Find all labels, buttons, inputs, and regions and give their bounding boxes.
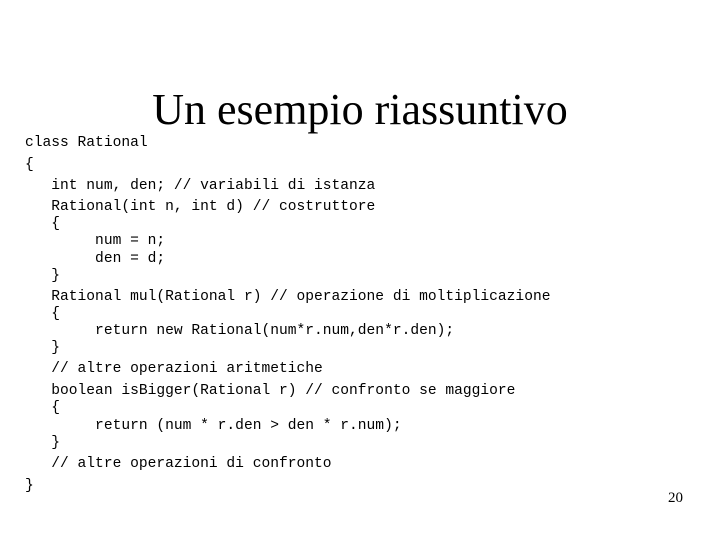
code-line: { [25, 400, 61, 416]
page-number: 20 [668, 490, 683, 506]
code-line: } [25, 435, 61, 451]
code-line: { [25, 157, 34, 173]
code-line: { [25, 216, 61, 232]
code-line: boolean isBigger(Rational r) // confront… [25, 383, 516, 399]
code-line: class Rational [25, 135, 148, 151]
code-line: Rational(int n, int d) // costruttore [25, 199, 376, 215]
code-line: den = d; [25, 251, 166, 267]
code-line: num = n; [25, 233, 166, 249]
code-line: { [25, 306, 61, 322]
slide-title: Un esempio riassuntivo [0, 82, 720, 138]
code-line: } [25, 478, 34, 494]
code-line: // altre operazioni di confronto [25, 456, 332, 472]
slide-title-text: Un esempio riassuntivo [152, 85, 568, 134]
code-line: } [25, 268, 61, 284]
code-line: return (num * r.den > den * r.num); [25, 418, 402, 434]
code-line: return new Rational(num*r.num,den*r.den)… [25, 323, 455, 339]
code-line: // altre operazioni aritmetiche [25, 361, 323, 377]
code-line: int num, den; // variabili di istanza [25, 178, 376, 194]
code-line: Rational mul(Rational r) // operazione d… [25, 289, 551, 305]
code-line: } [25, 340, 61, 356]
